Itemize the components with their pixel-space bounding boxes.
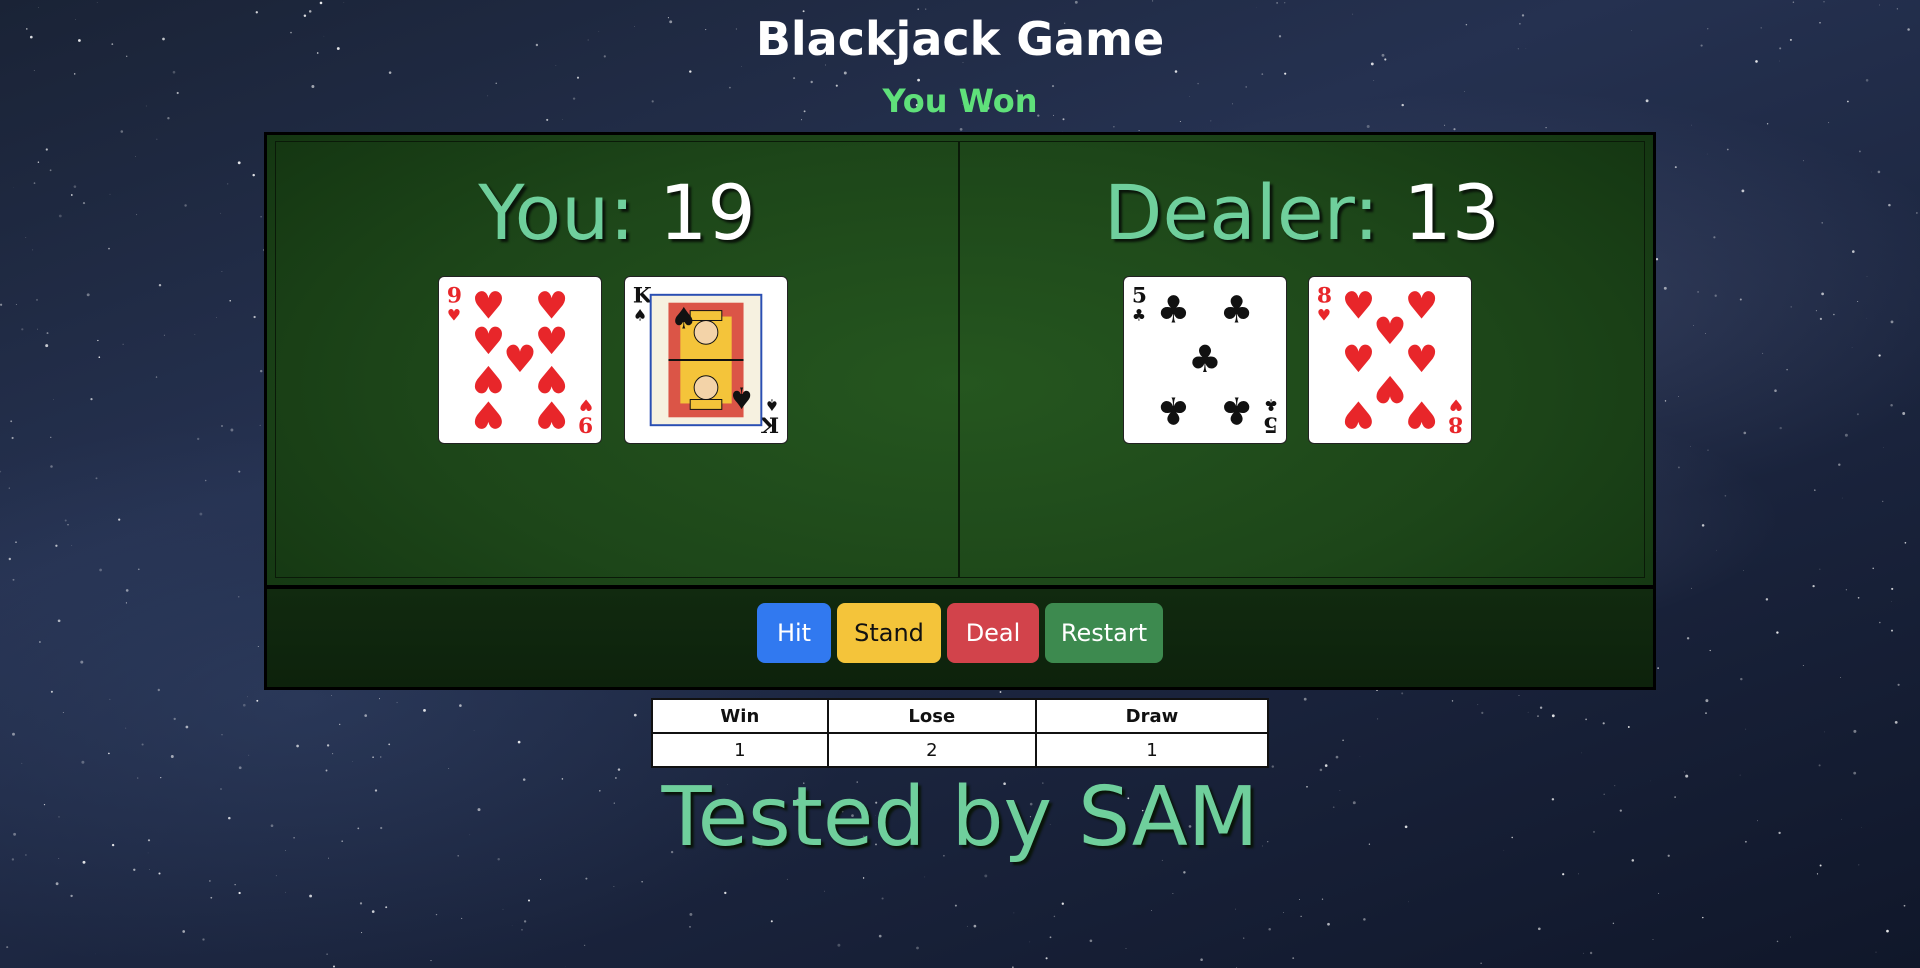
- score-table: Win Lose Draw 1 2 1: [651, 698, 1270, 768]
- dealer-score-line: Dealer: 13: [960, 168, 1644, 258]
- svg-text:♣: ♣: [1157, 389, 1191, 433]
- draws-header: Draw: [1034, 698, 1270, 734]
- player-area: You: 19 9 ♥ 9 ♥ ♥ ♥ ♥ ♥ ♥ ♥ ♥ ♥ ♥ K ♠ K ♠: [276, 142, 960, 577]
- svg-text:♥: ♥: [1405, 284, 1439, 328]
- hit-button[interactable]: Hit: [757, 603, 831, 663]
- svg-text:♥: ♥: [447, 305, 461, 324]
- svg-text:♥: ♥: [1317, 305, 1331, 324]
- svg-text:♥: ♥: [503, 337, 537, 381]
- svg-text:♥: ♥: [1405, 392, 1439, 436]
- svg-text:♣: ♣: [1132, 305, 1146, 324]
- svg-text:♥: ♥: [579, 396, 593, 415]
- wins-count: 1: [651, 732, 829, 768]
- card-face: 8 ♥ 8 ♥ ♥ ♥♥♥ ♥♥♥ ♥: [1317, 284, 1463, 437]
- dealer-score: 13: [1403, 168, 1501, 257]
- svg-text:♥: ♥: [535, 392, 569, 436]
- page-title: Blackjack Game: [755, 12, 1165, 66]
- controls-bar: Hit Stand Deal Restart: [267, 585, 1653, 687]
- svg-text:♥: ♥: [1342, 284, 1376, 328]
- losses-header: Lose: [826, 698, 1037, 734]
- card-face: K ♠ K ♠ ♠ ♠: [633, 284, 779, 437]
- svg-text:♣: ♣: [1264, 396, 1278, 415]
- player-card-1: 9 ♥ 9 ♥ ♥ ♥ ♥ ♥ ♥ ♥ ♥ ♥ ♥: [438, 276, 602, 444]
- svg-text:♥: ♥: [535, 319, 569, 363]
- card-table: You: 19 9 ♥ 9 ♥ ♥ ♥ ♥ ♥ ♥ ♥ ♥ ♥ ♥ K ♠ K ♠: [275, 141, 1645, 578]
- score-table-value-row: 1 2 1: [651, 732, 1270, 768]
- svg-text:♥: ♥: [1373, 367, 1407, 411]
- dealer-area: Dealer: 13 5 ♣ 5 ♣ ♣ ♣ ♣ ♣ ♣ 8 ♥ 8 ♥ ♥ ♥ ♥ ♥ ♥ ♥ ♥…: [960, 142, 1644, 577]
- dealer-card-2: 8 ♥ 8 ♥ ♥ ♥ ♥ ♥ ♥ ♥ ♥ ♥: [1308, 276, 1472, 444]
- svg-text:♥: ♥: [1342, 392, 1376, 436]
- stand-button[interactable]: Stand: [837, 603, 941, 663]
- player-score-line: You: 19: [276, 168, 958, 258]
- svg-text:♠: ♠: [765, 396, 779, 415]
- draws-count: 1: [1034, 732, 1270, 768]
- svg-text:♣: ♣: [1188, 337, 1222, 381]
- svg-text:♠: ♠: [670, 300, 697, 335]
- svg-text:♥: ♥: [472, 392, 506, 436]
- dealer-card-1: 5 ♣ 5 ♣ ♣ ♣ ♣ ♣ ♣: [1123, 276, 1287, 444]
- svg-text:♣: ♣: [1220, 389, 1254, 433]
- footer-credit: Tested by SAM: [661, 770, 1259, 865]
- card-face: 9 ♥ 9 ♥ ♥ ♥♥ ♥♥♥ ♥♥ ♥: [447, 284, 593, 437]
- svg-text:♠: ♠: [633, 305, 647, 324]
- svg-text:♣: ♣: [1220, 287, 1254, 331]
- wins-header: Win: [651, 698, 829, 734]
- svg-text:♥: ♥: [1449, 396, 1463, 415]
- result-message: You Won: [882, 82, 1038, 120]
- player-card-2: K ♠ K ♠ ♠ ♠: [624, 276, 788, 444]
- svg-text:♥: ♥: [1373, 309, 1407, 353]
- deal-button[interactable]: Deal: [947, 603, 1039, 663]
- svg-text:♥: ♥: [1405, 337, 1439, 381]
- svg-text:♥: ♥: [1342, 337, 1376, 381]
- player-label: You:: [478, 168, 635, 257]
- dealer-label: Dealer:: [1103, 168, 1380, 257]
- player-score: 19: [659, 168, 756, 257]
- svg-text:♣: ♣: [1157, 287, 1191, 331]
- losses-count: 2: [826, 732, 1037, 768]
- svg-text:♥: ♥: [472, 319, 506, 363]
- svg-text:♠: ♠: [728, 381, 755, 416]
- card-face: 5 ♣ 5 ♣ ♣ ♣♣♣ ♣: [1132, 284, 1278, 437]
- restart-button[interactable]: Restart: [1045, 603, 1163, 663]
- game-board: You: 19 9 ♥ 9 ♥ ♥ ♥ ♥ ♥ ♥ ♥ ♥ ♥ ♥ K ♠ K ♠: [264, 132, 1656, 690]
- score-table-header-row: Win Lose Draw: [651, 698, 1270, 734]
